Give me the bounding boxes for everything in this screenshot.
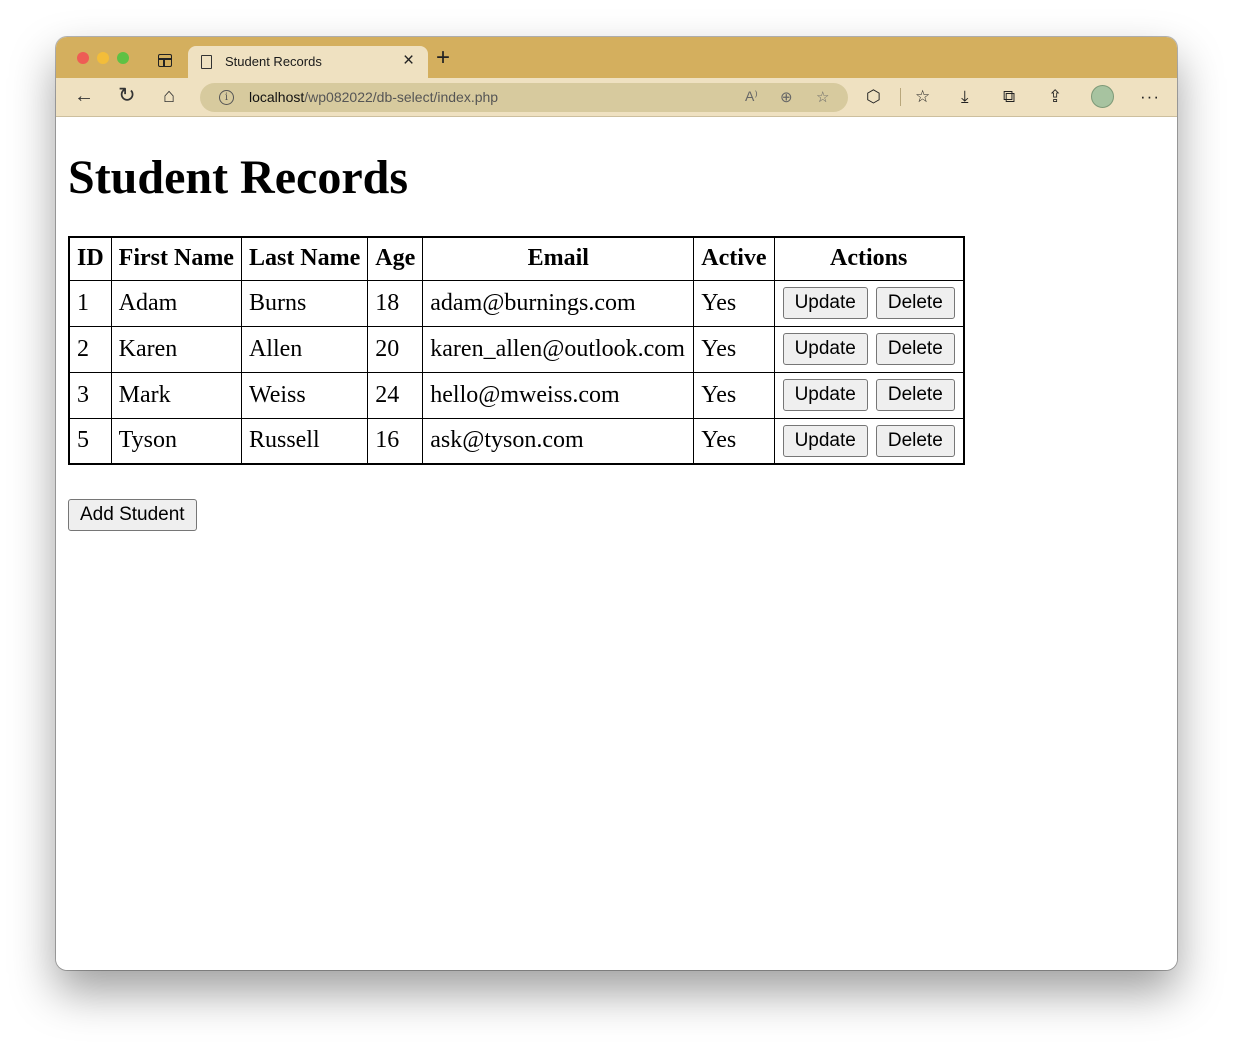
add-student-button[interactable]: Add Student: [68, 499, 197, 531]
browser-window: Student Records × + ← ↻ ⌂ i localhost/wp…: [56, 37, 1177, 970]
cell-email: adam@burnings.com: [422, 279, 695, 327]
back-icon[interactable]: ←: [74, 83, 94, 109]
more-icon[interactable]: ···: [1140, 85, 1160, 109]
cell-id: 3: [68, 371, 112, 419]
table-row: 2 Karen Allen 20 karen_allen@outlook.com…: [68, 325, 965, 373]
cell-actions: Update Delete: [773, 325, 965, 373]
cell-actions: Update Delete: [773, 371, 965, 419]
title-bar: Student Records × +: [56, 37, 1177, 78]
update-button[interactable]: Update: [782, 379, 868, 411]
url-text[interactable]: localhost/wp082022/db-select/index.php: [249, 89, 498, 105]
cell-email: karen_allen@outlook.com: [422, 325, 695, 373]
cell-id: 5: [68, 417, 112, 465]
page-content: Student Records ID First Name Last Name …: [56, 117, 1177, 970]
toolbar-divider: [900, 88, 901, 106]
cell-active: Yes: [693, 371, 775, 419]
cell-first-name: Adam: [110, 279, 242, 327]
refresh-icon[interactable]: ↻: [118, 83, 136, 109]
browser-toolbar: ← ↻ ⌂ i localhost/wp082022/db-select/ind…: [56, 78, 1177, 117]
extensions-icon[interactable]: ⬡: [866, 85, 881, 109]
cell-active: Yes: [693, 325, 775, 373]
add-favorite-icon[interactable]: ☆: [816, 88, 829, 106]
new-tab-icon[interactable]: +: [436, 46, 450, 70]
tab-close-icon[interactable]: ×: [403, 50, 414, 72]
collections-icon[interactable]: ⧉: [1003, 85, 1015, 109]
column-header-first-name: First Name: [110, 236, 242, 281]
profile-avatar[interactable]: [1091, 85, 1114, 108]
delete-button[interactable]: Delete: [875, 333, 955, 365]
cell-last-name: Allen: [240, 325, 369, 373]
page-title: Student Records: [68, 151, 409, 204]
close-window-button[interactable]: [77, 52, 89, 64]
column-header-age: Age: [367, 236, 424, 281]
favorites-icon[interactable]: ☆: [915, 85, 930, 109]
cell-email: hello@mweiss.com: [422, 371, 695, 419]
cell-first-name: Tyson: [110, 417, 242, 465]
column-header-active: Active: [693, 236, 775, 281]
cell-first-name: Karen: [110, 325, 242, 373]
maximize-window-button[interactable]: [117, 52, 129, 64]
cell-active: Yes: [693, 417, 775, 465]
column-header-email: Email: [422, 236, 695, 281]
delete-button[interactable]: Delete: [875, 424, 955, 457]
page-icon: [201, 55, 212, 69]
zoom-icon[interactable]: ⊕: [780, 88, 793, 106]
cell-first-name: Mark: [110, 371, 242, 419]
delete-button[interactable]: Delete: [875, 287, 955, 319]
cell-id: 2: [68, 325, 112, 373]
tab-student-records[interactable]: Student Records ×: [188, 46, 428, 78]
update-button[interactable]: Update: [782, 424, 868, 457]
downloads-icon[interactable]: ⤓: [961, 85, 969, 109]
cell-email: ask@tyson.com: [422, 417, 695, 465]
tab-actions-icon[interactable]: [158, 54, 172, 67]
cell-actions: Update Delete: [773, 279, 965, 327]
delete-button[interactable]: Delete: [875, 379, 955, 411]
table-row: 5 Tyson Russell 16 ask@tyson.com Yes Upd…: [68, 417, 965, 465]
column-header-last-name: Last Name: [240, 236, 369, 281]
url-path: /wp082022/db-select/index.php: [304, 89, 499, 105]
cell-actions: Update Delete: [773, 417, 965, 465]
cell-age: 16: [367, 417, 424, 465]
cell-last-name: Russell: [240, 417, 369, 465]
cell-age: 18: [367, 279, 424, 327]
cell-active: Yes: [693, 279, 775, 327]
update-button[interactable]: Update: [782, 287, 868, 319]
cell-last-name: Burns: [240, 279, 369, 327]
share-icon[interactable]: ⇪: [1048, 85, 1062, 109]
student-table: ID First Name Last Name Age Email Active…: [68, 236, 965, 465]
cell-age: 24: [367, 371, 424, 419]
table-row: 1 Adam Burns 18 adam@burnings.com Yes Up…: [68, 279, 965, 327]
minimize-window-button[interactable]: [97, 52, 109, 64]
table-header-row: ID First Name Last Name Age Email Active…: [68, 236, 965, 281]
tab-title: Student Records: [225, 54, 322, 69]
column-header-id: ID: [68, 236, 112, 281]
read-aloud-icon[interactable]: A⁾: [745, 88, 758, 105]
cell-age: 20: [367, 325, 424, 373]
update-button[interactable]: Update: [782, 333, 868, 365]
url-host: localhost: [249, 89, 305, 105]
cell-id: 1: [68, 279, 112, 327]
info-icon[interactable]: i: [219, 90, 234, 105]
column-header-actions: Actions: [773, 236, 965, 281]
table-row: 3 Mark Weiss 24 hello@mweiss.com Yes Upd…: [68, 371, 965, 419]
cell-last-name: Weiss: [240, 371, 369, 419]
address-bar[interactable]: i localhost/wp082022/db-select/index.php…: [200, 83, 848, 112]
home-icon[interactable]: ⌂: [163, 83, 175, 109]
